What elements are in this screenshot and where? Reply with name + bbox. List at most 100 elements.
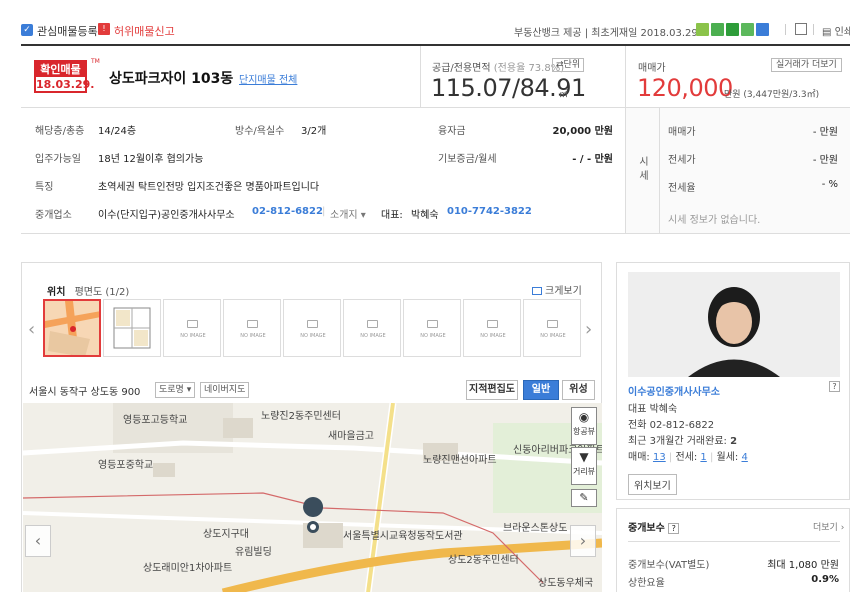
checkbox-icon[interactable]: ✓	[21, 24, 33, 36]
stamp-date: 18.03.29.	[36, 78, 95, 91]
aerial-view-button[interactable]: ◉ 항공뷰	[571, 407, 597, 445]
real-transaction-button[interactable]: 실거래가 더보기	[771, 58, 842, 72]
rep-name: 박혜숙	[411, 210, 439, 221]
deposit-label: 기보증금/월세	[438, 154, 497, 165]
complex-listings-link[interactable]: 단지매물 전체	[239, 71, 297, 86]
info-row: 해당층/총층 14/24층 방수/욕실수 3/2개 융자금 20,000 만원	[21, 115, 621, 143]
ruler-button[interactable]: ✎	[571, 489, 597, 507]
map-label: 상도동우체국	[538, 578, 594, 589]
help-icon[interactable]: ?	[829, 381, 840, 392]
tab-location[interactable]: 위치	[47, 287, 65, 298]
thumb-prev-arrow[interactable]: ‹	[28, 319, 35, 340]
listing-header: 확인매물 18.03.29. TM 상도파크자이 103동 단지매물 전체 공급…	[21, 44, 850, 108]
fake-listing-report-link[interactable]: 허위매물신고	[114, 23, 175, 39]
help-icon[interactable]: ?	[668, 523, 680, 534]
camera-icon	[427, 320, 438, 328]
agent-photo	[628, 272, 840, 377]
agent-name[interactable]: 이수공인중개사사무소	[628, 383, 720, 398]
share-icon[interactable]	[795, 23, 807, 35]
thumbnail-empty[interactable]: NO IMAGE	[283, 299, 341, 357]
move-in-value: 18년 12월이후 협의가능	[98, 154, 204, 165]
listing-info-table: 해당층/총층 14/24층 방수/욕실수 3/2개 융자금 20,000 만원 …	[21, 108, 850, 234]
rooms-label: 방수/욕실수	[235, 126, 285, 137]
camera-icon	[487, 320, 498, 328]
agent-recent: 최근 3개월간 거래완료: 2	[628, 436, 738, 447]
thumbnail-map[interactable]	[43, 299, 101, 357]
big-view-button[interactable]: 크게보기	[532, 282, 582, 297]
unit-toggle-button[interactable]: ⇄단위	[552, 58, 585, 72]
rep-label: 대표:	[381, 210, 403, 221]
thumbnail-floorplan[interactable]	[103, 299, 161, 357]
road-name-button[interactable]: 도로명 ▾	[155, 382, 196, 398]
top-bar: ✓ 관심매물등록 ! 허위매물신고 부동산뱅크 제공 | 최초게재일 2018.…	[0, 0, 850, 39]
street-view-button[interactable]: ▼ 거리뷰	[571, 447, 597, 485]
satellite-map-button[interactable]: 위성	[562, 380, 595, 400]
rep-phone[interactable]: 010-7742-3822	[447, 206, 532, 217]
print-label: 인쇄	[834, 27, 850, 38]
thumbnail-empty[interactable]: NO IMAGE	[523, 299, 581, 357]
jeonse-price-value: - 만원	[812, 155, 838, 166]
map-label: 새마을금고	[328, 431, 374, 442]
agency-label: 중개업소	[35, 210, 72, 221]
street-label: 거리뷰	[572, 467, 596, 476]
listing-title: 상도파크자이 103동	[109, 71, 234, 87]
normal-map-button[interactable]: 일반	[523, 380, 559, 400]
map-view[interactable]: 영등포고등학교 노량진2동주민센터 새마을금고 영등포중학교 노량진맨션아파트 …	[23, 403, 602, 592]
favorite-register-link[interactable]: 관심매물등록	[37, 23, 98, 39]
agency-phone[interactable]: 02-812-6822	[252, 206, 323, 217]
view-location-button[interactable]: 위치보기	[628, 474, 677, 495]
agent-rep: 대표 박혜숙	[628, 404, 678, 415]
trademark-mark: TM	[91, 58, 100, 65]
divider	[659, 108, 660, 233]
feature-label: 특징	[35, 182, 54, 193]
print-button[interactable]: ▤ 인쇄	[822, 23, 850, 38]
fee-label: 중개보수(VAT별도)	[628, 560, 710, 571]
badge-icon	[711, 23, 724, 36]
camera-icon	[247, 320, 258, 328]
thumb-next-arrow[interactable]: ›	[585, 319, 592, 340]
divider	[813, 24, 814, 35]
thumbnail-empty[interactable]: NO IMAGE	[163, 299, 221, 357]
floor-value: 14/24층	[98, 126, 137, 137]
thumbnail-empty[interactable]: NO IMAGE	[403, 299, 461, 357]
area-label: 공급/전용면적 (전용율 73.8%)	[432, 63, 565, 74]
no-image-text: NO IMAGE	[420, 333, 446, 339]
map-label: 서울특별시교육청동작도서관	[343, 531, 463, 542]
move-in-label: 입주가능일	[35, 154, 81, 165]
siren-icon: !	[98, 23, 110, 35]
divider	[785, 24, 786, 35]
no-image-text: NO IMAGE	[360, 333, 386, 339]
sale-count-link[interactable]: 13	[653, 452, 666, 463]
jeonse-price-label: 전세가	[668, 155, 696, 166]
map-label: 상도지구대	[203, 529, 249, 540]
badge-icon	[696, 23, 709, 36]
agent-deal-counts: 매매: 13 | 전세: 1 | 월세: 4	[628, 452, 748, 463]
naver-map-button[interactable]: 네이버지도	[200, 382, 250, 398]
market-price-label: 시세	[639, 157, 649, 182]
badge-icon	[741, 23, 754, 36]
sale-price-label: 매매가	[668, 127, 696, 138]
map-prev-arrow[interactable]: ‹	[25, 525, 51, 557]
map-label: 영등포고등학교	[123, 415, 188, 426]
intro-dropdown[interactable]: 소개지 ▾	[330, 206, 366, 221]
thumbnail-empty[interactable]: NO IMAGE	[463, 299, 521, 357]
tab-floorplan[interactable]: 평면도 (1/2)	[75, 287, 130, 298]
brokerage-fee-panel: 중개보수 ? 더보기 › 중개보수(VAT별도) 최대 1,080 만원 상한요…	[616, 508, 850, 592]
fee-more-link[interactable]: 더보기 ›	[813, 520, 844, 533]
location-tabs: 위치 평면도 (1/2)	[47, 283, 129, 298]
map-label: 노량진맨션아파트	[423, 455, 497, 466]
no-image-text: NO IMAGE	[540, 333, 566, 339]
map-next-arrow[interactable]: ›	[570, 525, 596, 557]
verified-stamp: 확인매물 18.03.29.	[34, 60, 95, 93]
floorplan-thumb-graphic	[113, 307, 151, 349]
market-price-panel: 시세 매매가 - 만원 전세가 - 만원 전세율 - % 시세 정보가 없습니다…	[625, 108, 850, 233]
monthly-count-link[interactable]: 4	[741, 452, 747, 463]
info-row: 입주가능일 18년 12월이후 협의가능 기보증금/월세 - / - 만원	[21, 143, 621, 171]
thumbnail-empty[interactable]: NO IMAGE	[223, 299, 281, 357]
map-label: 상도래미안1차아파트	[143, 563, 233, 574]
cadastral-map-button[interactable]: 지적편집도	[466, 380, 518, 400]
map-label: 상도2동주민센터	[448, 555, 519, 566]
info-row: 특징 초역세권 탁트인전망 입지조건좋은 명품아파트입니다	[21, 171, 621, 199]
thumbnail-empty[interactable]: NO IMAGE	[343, 299, 401, 357]
no-image-text: NO IMAGE	[180, 333, 206, 339]
